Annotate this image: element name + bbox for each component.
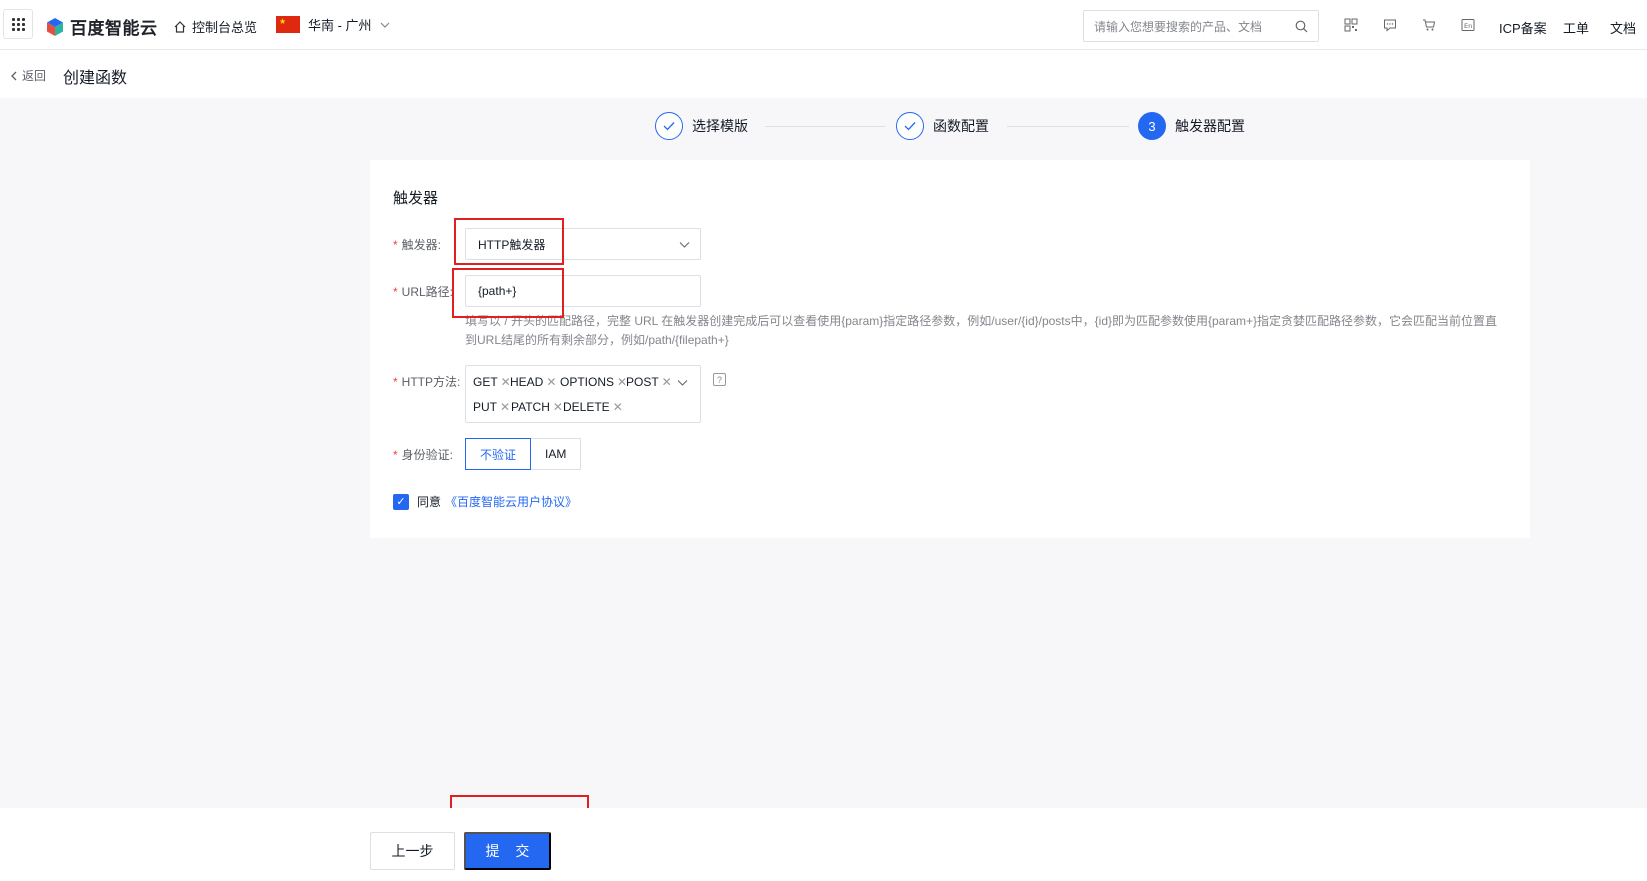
back-link[interactable]: 返回	[10, 67, 46, 84]
url-path-hint: 填写以 / 开头的匹配路径，完整 URL 在触发器创建完成后可以查看使用{par…	[465, 314, 1498, 347]
step-label: 函数配置	[933, 118, 989, 134]
chevron-down-icon	[380, 22, 389, 28]
agreement-row: ✓ 同意 《百度智能云用户协议》	[393, 493, 577, 510]
url-path-value: {path+}	[478, 284, 517, 298]
step-label: 触发器配置	[1175, 118, 1245, 134]
chevron-left-icon	[11, 71, 17, 80]
china-flag-icon	[276, 16, 300, 33]
back-label: 返回	[22, 69, 47, 83]
close-icon[interactable]: ✕	[546, 375, 556, 389]
close-icon[interactable]: ✕	[662, 375, 672, 389]
method-tag[interactable]: POST ✕	[626, 375, 672, 389]
method-tag[interactable]: HEAD ✕	[510, 375, 556, 389]
chevron-down-icon[interactable]	[677, 377, 688, 388]
check-icon	[896, 112, 924, 140]
wizard-steps: 选择模版 函数配置 3 触发器配置	[655, 112, 1255, 142]
auth-option-none[interactable]: 不验证	[465, 438, 532, 470]
step-connector	[765, 126, 885, 127]
close-icon[interactable]: ✕	[613, 400, 623, 414]
trigger-type-value: HTTP触发器	[478, 237, 546, 252]
apps-menu-button[interactable]	[3, 9, 33, 39]
footer-bar	[0, 808, 1647, 881]
step-number-badge: 3	[1138, 112, 1166, 140]
step-function-config: 函数配置	[896, 112, 989, 140]
global-search-input[interactable]: 请输入您想要搜索的产品、文档	[1083, 10, 1319, 42]
top-bar: 百度智能云 控制台总览 华南 - 广州 请输入您想要搜索的产品、文档 En IC…	[0, 0, 1647, 50]
agreement-checkbox[interactable]: ✓	[393, 493, 409, 510]
console-overview-label: 控制台总览	[192, 20, 258, 35]
grid-icon	[11, 17, 25, 31]
http-method-label: * HTTP方法:	[393, 375, 461, 389]
search-icon[interactable]	[1295, 20, 1308, 33]
auth-radio-group: 不验证 IAM	[465, 438, 582, 470]
method-tag[interactable]: OPTIONS ✕	[560, 375, 627, 389]
trigger-label: * 触发器:	[393, 238, 442, 252]
docs-link[interactable]: 文档	[1610, 18, 1636, 37]
ticket-link[interactable]: 工单	[1563, 18, 1589, 37]
method-tag[interactable]: PATCH ✕	[511, 400, 563, 414]
page-header: 返回 创建函数	[0, 50, 1647, 98]
step-select-template: 选择模版	[655, 112, 748, 140]
method-tag[interactable]: GET ✕	[473, 375, 511, 389]
auth-option-iam[interactable]: IAM	[531, 438, 582, 470]
agree-text: 同意	[417, 495, 442, 509]
step-trigger-config: 3 触发器配置	[1138, 112, 1245, 140]
brand-name: 百度智能云	[70, 19, 158, 38]
step-connector	[1007, 126, 1129, 127]
auth-label: * 身份验证:	[393, 448, 454, 462]
http-method-multiselect[interactable]: GET ✕ HEAD ✕ OPTIONS ✕ POST ✕ PUT ✕ PATCH ✕ DE…	[465, 365, 701, 423]
section-title: 触发器	[393, 190, 439, 207]
brand-logo[interactable]: 百度智能云	[45, 14, 158, 39]
help-icon[interactable]: ?	[713, 373, 726, 386]
trigger-type-select[interactable]: HTTP触发器	[465, 228, 701, 260]
page-title: 创建函数	[63, 70, 128, 87]
url-path-label: * URL路径:	[393, 285, 454, 299]
step-label: 选择模版	[692, 118, 748, 134]
url-path-input[interactable]: {path+}	[465, 275, 701, 307]
method-tag[interactable]: DELETE ✕	[563, 400, 623, 414]
submit-button[interactable]: 提 交	[464, 832, 551, 870]
icp-link[interactable]: ICP备案	[1499, 18, 1547, 37]
check-icon	[655, 112, 683, 140]
trigger-form-card: 触发器 * 触发器: HTTP触发器 * URL路径: {path+} 填写以 / …	[370, 160, 1530, 538]
chevron-down-icon	[679, 241, 690, 248]
previous-step-button[interactable]: 上一步	[370, 832, 455, 870]
search-placeholder: 请输入您想要搜索的产品、文档	[1094, 19, 1263, 34]
region-selector[interactable]: 华南 - 广州	[276, 15, 390, 34]
language-icon[interactable]: En	[1460, 17, 1476, 33]
close-icon[interactable]: ✕	[553, 400, 563, 414]
close-icon[interactable]: ✕	[500, 400, 510, 414]
cube-logo-icon	[47, 17, 63, 36]
qrcode-icon[interactable]	[1343, 17, 1359, 33]
home-icon	[174, 20, 186, 33]
console-overview-link[interactable]: 控制台总览	[173, 17, 257, 36]
user-agreement-link[interactable]: 《百度智能云用户协议》	[445, 493, 577, 510]
cart-icon[interactable]	[1421, 17, 1437, 33]
message-icon[interactable]	[1382, 17, 1398, 33]
svg-text:En: En	[1464, 22, 1472, 30]
region-label: 华南 - 广州	[308, 18, 372, 33]
method-tag[interactable]: PUT ✕	[473, 400, 510, 414]
